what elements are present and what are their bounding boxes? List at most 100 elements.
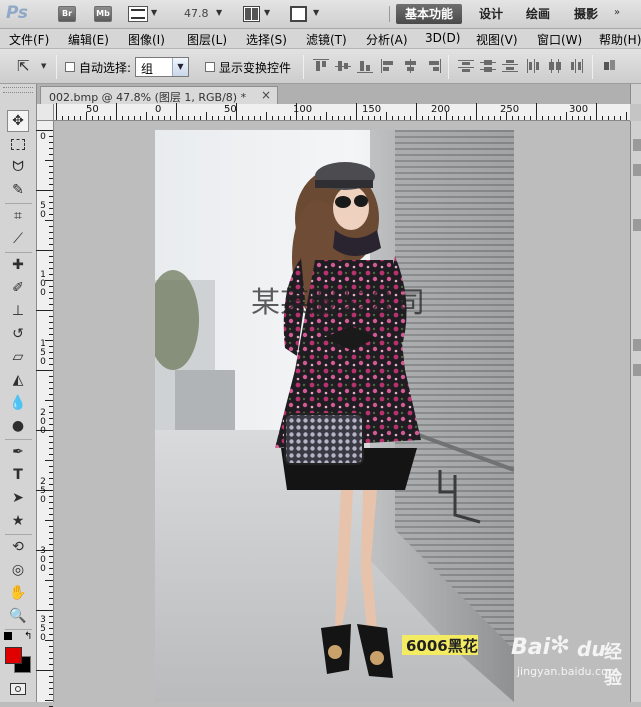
mini-bridge-button[interactable]: Mb xyxy=(94,6,112,22)
screen-mode-dropdown-icon[interactable]: ▼ xyxy=(313,8,319,17)
foreground-color-swatch[interactable] xyxy=(5,647,22,664)
distribute-right-icon[interactable] xyxy=(570,59,586,73)
show-transform-checkbox[interactable] xyxy=(205,62,215,72)
ruler-tick xyxy=(92,116,93,120)
close-icon[interactable]: × xyxy=(261,88,271,102)
distribute-left-icon[interactable] xyxy=(526,59,542,73)
bridge-button[interactable]: Br xyxy=(58,6,76,22)
tool-preset-picker[interactable]: ⇱ ▼ xyxy=(15,57,49,77)
zoom-icon[interactable]: 🔍 xyxy=(7,605,29,627)
more-workspaces-icon[interactable]: » xyxy=(614,7,620,18)
align-top-icon[interactable] xyxy=(313,59,329,73)
scrollbar[interactable] xyxy=(630,104,641,121)
menu-analysis[interactable]: 分析(A) xyxy=(366,31,408,48)
horizontal-ruler[interactable]: 50 0 50 100 150 200 250 300 xyxy=(54,103,630,121)
ruler-tick xyxy=(422,116,423,120)
panel-button[interactable] xyxy=(633,164,641,176)
hand-icon[interactable]: ✋ xyxy=(7,582,29,604)
auto-select-checkbox[interactable] xyxy=(65,62,75,72)
distribute-top-icon[interactable] xyxy=(458,59,474,73)
brush-icon[interactable]: ✐ xyxy=(7,277,29,299)
panel-button[interactable] xyxy=(633,139,641,151)
ruler-tick xyxy=(49,598,53,599)
menu-image[interactable]: 图像(I) xyxy=(128,31,165,48)
shape-icon[interactable]: ★ xyxy=(7,510,29,532)
panel-button[interactable] xyxy=(633,339,641,351)
ruler-tick xyxy=(49,406,53,407)
paw-icon: ✻ xyxy=(550,631,571,659)
quick-select-icon[interactable]: ✎ xyxy=(7,179,29,201)
lasso-icon[interactable]: ᗢ xyxy=(7,156,29,178)
panel-button[interactable] xyxy=(633,219,641,231)
quick-mask-icon[interactable] xyxy=(10,683,26,695)
zoom-dropdown-icon[interactable]: ▼ xyxy=(216,8,222,17)
menu-view[interactable]: 视图(V) xyxy=(476,31,518,48)
arrange-dropdown-icon[interactable]: ▼ xyxy=(264,8,270,17)
ruler-origin[interactable] xyxy=(37,104,54,121)
align-right-icon[interactable] xyxy=(425,59,441,73)
vertical-ruler[interactable]: 0 5 0 1 0 0 1 5 0 2 0 0 2 5 0 3 0 0 3 5 0 xyxy=(36,121,54,707)
zoom-level[interactable]: 47.8 xyxy=(184,7,209,20)
ruler-tick xyxy=(62,116,63,120)
align-hcenter-icon[interactable] xyxy=(403,59,419,73)
ruler-tick xyxy=(578,116,579,120)
align-left-icon[interactable] xyxy=(381,59,397,73)
workspace-painting[interactable]: 绘画 xyxy=(522,4,554,24)
ruler-label: 150 xyxy=(362,104,382,115)
swap-colors-icon[interactable]: ↰ xyxy=(24,631,32,642)
ruler-tick xyxy=(542,116,543,120)
distribute-bottom-icon[interactable] xyxy=(502,59,518,73)
dodge-icon[interactable]: ● xyxy=(7,415,29,437)
menu-edit[interactable]: 编辑(E) xyxy=(68,31,109,48)
menu-filter[interactable]: 滤镜(T) xyxy=(306,31,347,48)
document-canvas[interactable]: 某某服装公司 6006黑花 xyxy=(155,130,514,702)
align-vcenter-icon[interactable] xyxy=(335,59,351,73)
workspace-design[interactable]: 设计 xyxy=(475,4,507,24)
eyedropper-icon[interactable]: ⟋ xyxy=(7,228,29,250)
ruler-tick xyxy=(49,604,53,605)
align-bottom-icon[interactable] xyxy=(357,59,373,73)
clone-stamp-icon[interactable]: ⊥ xyxy=(7,300,29,322)
workspace-essentials[interactable]: 基本功能 xyxy=(396,4,462,24)
distribute-hcenter-icon[interactable] xyxy=(548,59,564,73)
menu-file[interactable]: 文件(F) xyxy=(9,31,49,48)
arrange-documents-button[interactable] xyxy=(243,6,260,22)
auto-align-layers-icon[interactable] xyxy=(603,59,619,73)
ruler-tick xyxy=(254,116,255,120)
view-extras-button[interactable] xyxy=(128,6,148,22)
screen-mode-button[interactable] xyxy=(290,6,307,22)
menu-layer[interactable]: 图层(L) xyxy=(187,31,227,48)
marquee-icon[interactable] xyxy=(7,133,29,155)
eraser-icon[interactable]: ▱ xyxy=(7,346,29,368)
blur-icon[interactable]: 💧 xyxy=(7,392,29,414)
baidu-logo-bai: Bai xyxy=(511,635,551,660)
menu-help[interactable]: 帮助(H) xyxy=(599,31,641,48)
path-select-icon[interactable]: ➤ xyxy=(7,487,29,509)
history-brush-icon[interactable]: ↺ xyxy=(7,323,29,345)
document-tab[interactable]: 002.bmp @ 47.8% (图层 1, RGB/8) * × xyxy=(40,86,278,104)
move-icon[interactable]: ✥ xyxy=(7,110,29,132)
auto-select-dropdown[interactable]: 组 ▼ xyxy=(135,57,189,77)
crop-icon[interactable]: ⌗ xyxy=(7,205,29,227)
type-icon[interactable]: T xyxy=(7,464,29,486)
pen-icon[interactable]: ✒ xyxy=(7,441,29,463)
3d-orbit-icon[interactable]: ◎ xyxy=(7,559,29,581)
healing-brush-icon[interactable]: ✚ xyxy=(7,254,29,276)
menu-window[interactable]: 窗口(W) xyxy=(537,31,582,48)
panel-button[interactable] xyxy=(633,364,641,376)
menu-select[interactable]: 选择(S) xyxy=(246,31,287,48)
paint-bucket-icon[interactable]: ◭ xyxy=(7,369,29,391)
ruler-tick xyxy=(49,466,53,467)
separator xyxy=(448,55,449,79)
ruler-tick xyxy=(49,214,53,215)
panel-grip[interactable] xyxy=(3,87,33,93)
canvas-area[interactable]: 某某服装公司 6006黑花 Bai ✻ du 经验 jingyan.baidu.… xyxy=(54,121,630,702)
3d-rotate-icon[interactable]: ⟲ xyxy=(7,536,29,558)
separator xyxy=(5,629,32,630)
menu-3d[interactable]: 3D(D) xyxy=(425,31,460,45)
distribute-vcenter-icon[interactable] xyxy=(480,59,496,73)
ruler-tick xyxy=(368,116,369,120)
default-colors-icon[interactable] xyxy=(4,632,12,640)
view-extras-dropdown-icon[interactable]: ▼ xyxy=(151,8,157,17)
workspace-photography[interactable]: 摄影 xyxy=(570,4,602,24)
